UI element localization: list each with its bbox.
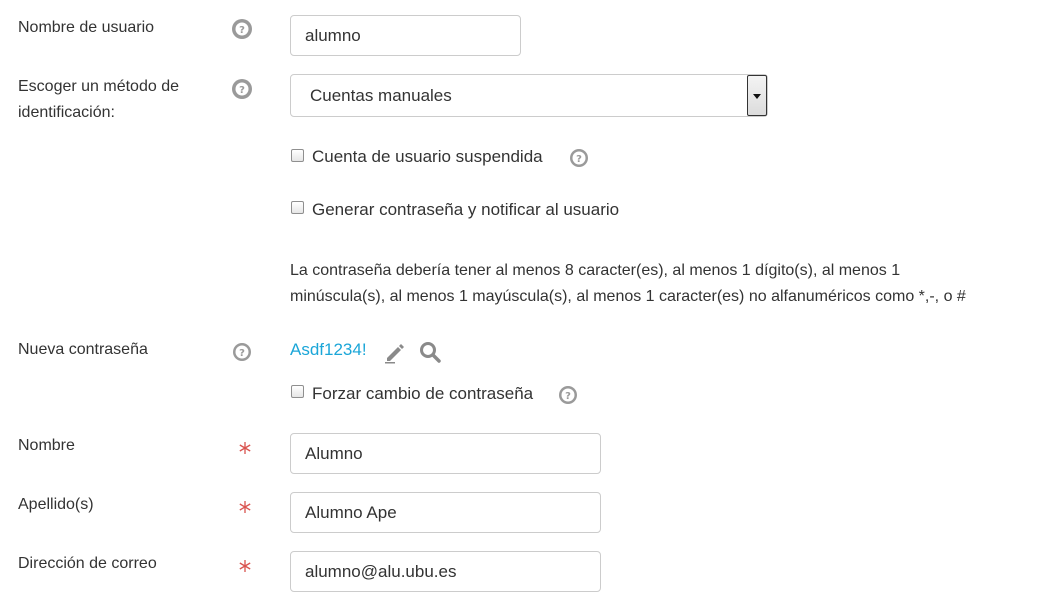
new-password-label: Nueva contraseña — [18, 341, 148, 358]
auth-method-label: Escoger un método de identificación: — [18, 74, 179, 126]
svg-text:?: ? — [576, 154, 582, 165]
password-policy-note: La contraseña debería tener al menos 8 c… — [290, 258, 1060, 310]
username-label: Nombre de usuario — [18, 19, 155, 36]
suspended-label: Cuenta de usuario suspendida — [312, 147, 543, 166]
first-name-required-asterisk-icon — [237, 440, 253, 461]
svg-text:?: ? — [239, 25, 245, 36]
new-password-value[interactable]: Asdf1234! — [290, 337, 367, 363]
first-name-label: Nombre — [18, 437, 75, 454]
svg-text:?: ? — [239, 85, 245, 96]
force-change-help-question-circle-icon[interactable]: ? — [558, 385, 578, 405]
username-help-question-circle-icon[interactable]: ? — [232, 19, 252, 39]
suspended-help-question-circle-icon[interactable]: ? — [569, 148, 589, 168]
auth-method-selected-value: Cuentas manuales — [310, 86, 452, 105]
password-policy-line2: minúscula(s), al menos 1 mayúscula(s), a… — [290, 288, 966, 305]
suspended-checkbox[interactable] — [291, 149, 304, 162]
email-input[interactable]: alumno@alu.ubu.es — [290, 551, 601, 592]
password-policy-line1: La contraseña debería tener al menos 8 c… — [290, 262, 901, 279]
first-name-input[interactable]: Alumno — [290, 433, 601, 474]
username-input[interactable]: alumno — [290, 15, 521, 56]
last-name-label: Apellido(s) — [18, 496, 94, 513]
auth-method-label-line1: Escoger un método de — [18, 78, 179, 95]
generate-password-label: Generar contraseña y notificar al usuari… — [312, 200, 620, 219]
generate-password-checkbox[interactable] — [291, 201, 304, 214]
last-name-input[interactable]: Alumno Ape — [290, 492, 601, 533]
new-password-help-question-circle-icon[interactable]: ? — [232, 342, 252, 362]
svg-text:?: ? — [239, 348, 245, 359]
pencil-icon[interactable] — [383, 340, 407, 364]
chevron-down-icon — [753, 94, 761, 99]
auth-method-label-line2: identificación: — [18, 104, 115, 121]
email-label: Dirección de correo — [18, 555, 157, 572]
auth-method-help-question-circle-icon[interactable]: ? — [232, 79, 252, 99]
svg-text:?: ? — [565, 391, 571, 402]
email-required-asterisk-icon — [237, 558, 253, 579]
force-change-label: Forzar cambio de contraseña — [312, 384, 534, 403]
force-change-checkbox[interactable] — [291, 385, 304, 398]
select-dropdown-button[interactable] — [747, 75, 767, 116]
magnifier-icon[interactable] — [418, 340, 442, 364]
last-name-required-asterisk-icon — [237, 499, 253, 520]
auth-method-select[interactable]: Cuentas manuales — [290, 74, 768, 117]
